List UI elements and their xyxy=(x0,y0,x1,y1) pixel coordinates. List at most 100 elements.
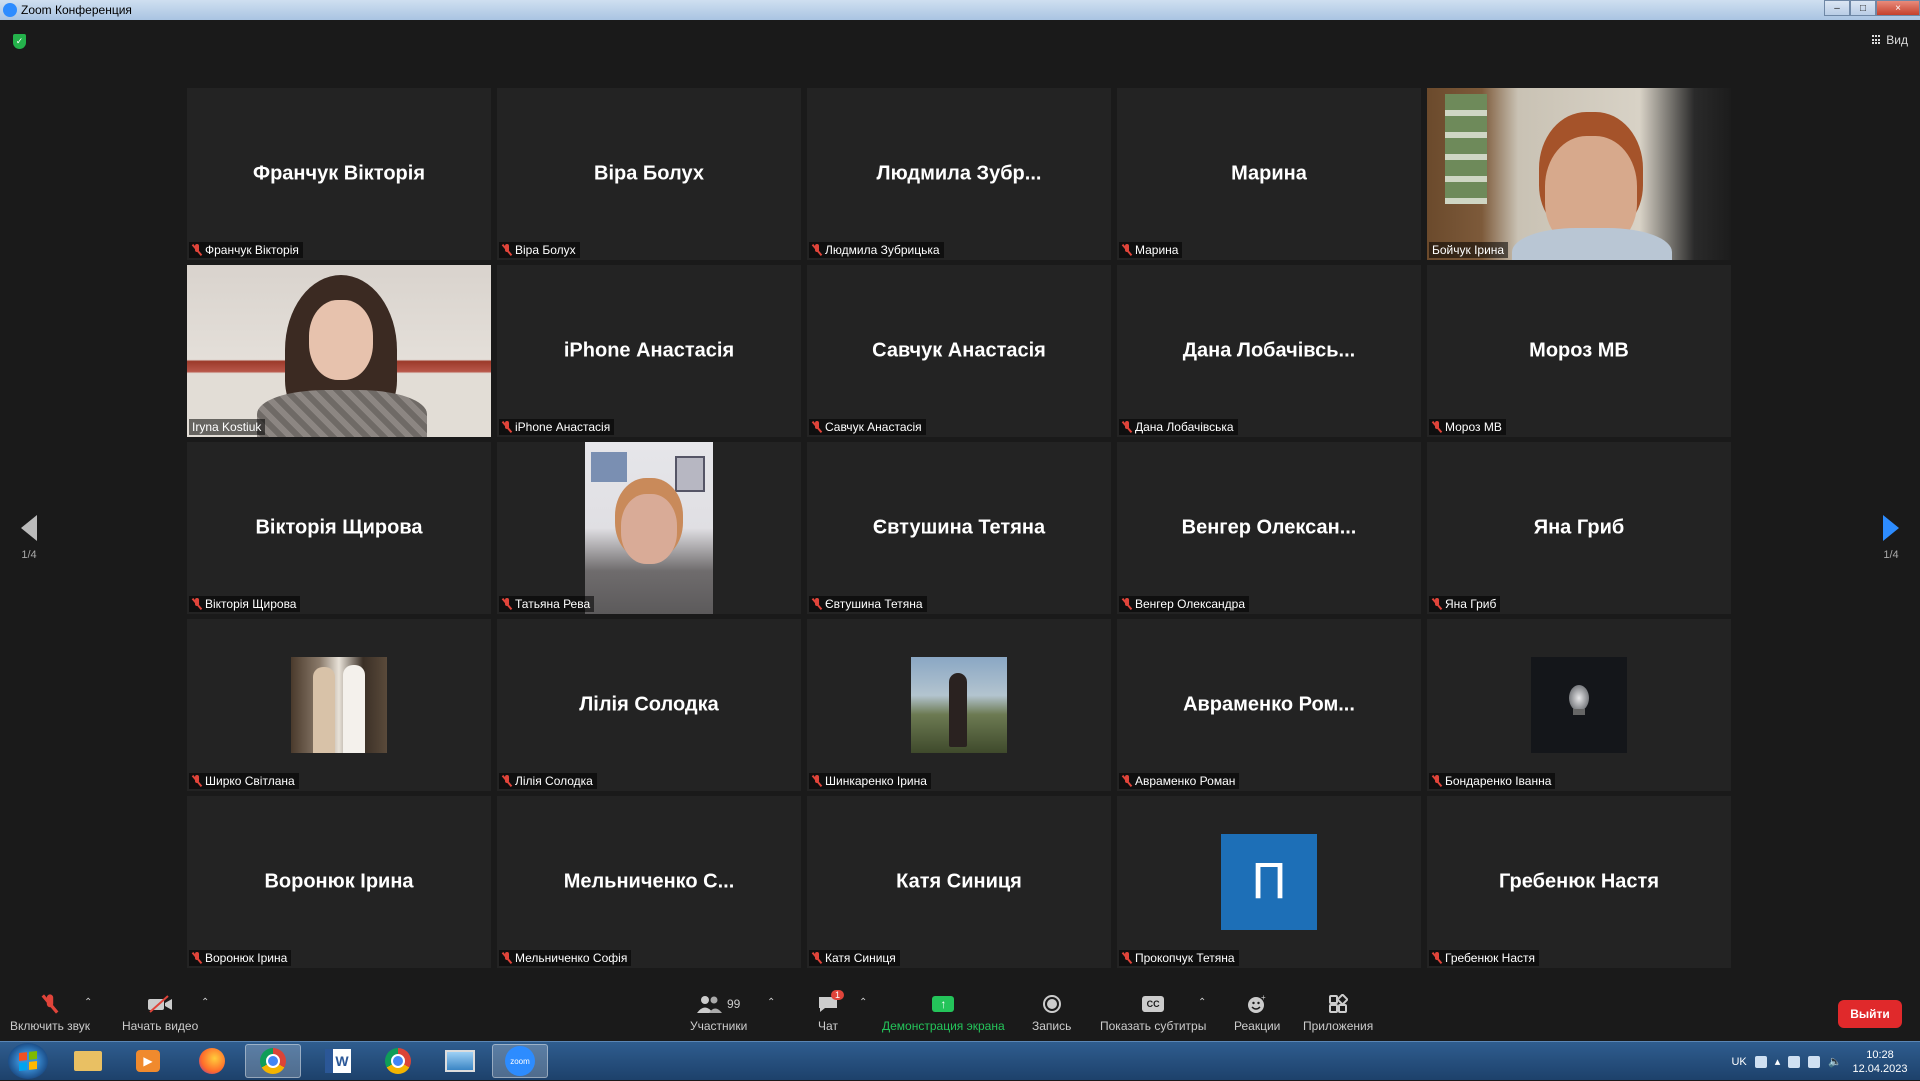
captions-options-chevron-icon[interactable]: ⌃ xyxy=(1198,997,1206,1008)
taskbar-firefox[interactable] xyxy=(184,1044,240,1078)
participant-tile[interactable]: Вікторія Щирова Вікторія Щирова xyxy=(187,442,491,614)
participant-name: Франчук Вікторія xyxy=(205,243,299,257)
previous-page-button[interactable]: 1/4 xyxy=(9,515,49,561)
maximize-button[interactable]: □ xyxy=(1850,0,1876,16)
view-button-label: Вид xyxy=(1886,33,1908,47)
display-icon[interactable] xyxy=(1808,1055,1821,1068)
participant-name-label: Гребенюк Настя xyxy=(1429,950,1539,966)
security-shield-icon[interactable]: ✓ xyxy=(13,34,26,49)
participant-tile[interactable]: Дана Лобачівсь... Дана Лобачівська xyxy=(1117,265,1421,437)
participant-letter-avatar: П xyxy=(1221,834,1317,930)
participant-name-label: Мороз МВ xyxy=(1429,419,1506,435)
mic-muted-icon xyxy=(192,598,202,610)
taskbar-desktop[interactable] xyxy=(432,1044,488,1078)
minimize-button[interactable]: – xyxy=(1824,0,1850,16)
participant-tile[interactable]: Воронюк Ірина Воронюк Ірина xyxy=(187,796,491,968)
taskbar-clock[interactable]: 10:28 12.04.2023 xyxy=(1850,1048,1910,1076)
participant-display-name: Гребенюк Настя xyxy=(1498,870,1659,893)
chat-icon: 1 xyxy=(817,990,845,1015)
video-options-chevron-icon[interactable]: ⌃ xyxy=(201,997,209,1008)
next-page-button[interactable]: 1/4 xyxy=(1871,515,1911,561)
language-indicator[interactable]: UK xyxy=(1731,1056,1746,1068)
participant-avatar xyxy=(291,657,387,753)
mic-muted-icon xyxy=(192,775,202,787)
taskbar-zoom[interactable]: zoom xyxy=(492,1044,548,1078)
mic-muted-icon xyxy=(502,775,512,787)
participant-tile[interactable]: Людмила Зубр... Людмила Зубрицька xyxy=(807,88,1111,260)
participant-name-label: Бойчук Ірина xyxy=(1429,242,1509,258)
network-icon[interactable] xyxy=(1788,1055,1801,1068)
volume-icon[interactable]: 🔈 xyxy=(1828,1055,1842,1068)
participant-tile[interactable]: Мельниченко С... Мельниченко Софія xyxy=(497,796,801,968)
participants-count: 99 xyxy=(726,997,741,1011)
taskbar-media-player[interactable]: ▶ xyxy=(120,1044,176,1078)
taskbar-file-explorer[interactable] xyxy=(60,1044,116,1078)
firefox-icon xyxy=(199,1048,225,1074)
record-button[interactable]: Запись xyxy=(1032,993,1071,1033)
close-window-button[interactable]: × xyxy=(1876,0,1920,16)
participant-name: Венгер Олександра xyxy=(1135,597,1246,611)
participant-tile[interactable]: Лілія Солодка Лілія Солодка xyxy=(497,619,801,791)
participant-display-name: Марина xyxy=(1231,162,1307,185)
mic-muted-icon xyxy=(812,775,822,787)
desktop-icon xyxy=(445,1050,475,1072)
participant-tile[interactable]: Гребенюк Настя Гребенюк Настя xyxy=(1427,796,1731,968)
svg-text:+: + xyxy=(1261,994,1266,1002)
participants-options-chevron-icon[interactable]: ⌃ xyxy=(767,997,775,1008)
participant-name-label: Катя Синиця xyxy=(809,950,900,966)
participant-tile[interactable]: Франчук Вікторія Франчук Вікторія xyxy=(187,88,491,260)
taskbar-chrome[interactable] xyxy=(245,1044,301,1078)
participant-tile[interactable]: Ширко Світлана xyxy=(187,619,491,791)
view-button[interactable]: Вид xyxy=(1872,33,1908,47)
chat-options-chevron-icon[interactable]: ⌃ xyxy=(859,997,867,1008)
reactions-button[interactable]: + Реакции xyxy=(1234,993,1280,1033)
participants-button[interactable]: 99 Участники xyxy=(690,993,747,1033)
start-video-button[interactable]: Начать видео xyxy=(122,993,198,1033)
participant-tile[interactable]: Шинкаренко Ірина xyxy=(807,619,1111,791)
taskbar-chrome-2[interactable] xyxy=(370,1044,426,1078)
meeting-toolbar: Включить звук ⌃ Начать видео ⌃ 99 Участн… xyxy=(0,987,1920,1041)
participant-display-name: Дана Лобачівсь... xyxy=(1182,339,1356,362)
participant-tile[interactable]: Катя Синиця Катя Синиця xyxy=(807,796,1111,968)
start-button[interactable] xyxy=(8,1043,48,1079)
participant-name: Мельниченко Софія xyxy=(515,951,628,965)
participant-name-label: Франчук Вікторія xyxy=(189,242,303,258)
apps-label: Приложения xyxy=(1303,1019,1374,1033)
participant-name-label: Віра Болух xyxy=(499,242,580,258)
window-titlebar: Zoom Конференция – □ × xyxy=(0,0,1920,20)
participant-tile[interactable]: Бондаренко Іванна xyxy=(1427,619,1731,791)
participant-name-label: Бондаренко Іванна xyxy=(1429,773,1556,789)
participant-tile[interactable]: Марина Марина xyxy=(1117,88,1421,260)
page-indicator-left: 1/4 xyxy=(21,549,37,561)
participant-tile[interactable]: П Прокопчук Тетяна xyxy=(1117,796,1421,968)
participant-tile[interactable]: Євтушина Тетяна Євтушина Тетяна xyxy=(807,442,1111,614)
participant-name: Вікторія Щирова xyxy=(205,597,297,611)
participant-name-label: Ширко Світлана xyxy=(189,773,299,789)
apps-button[interactable]: Приложения xyxy=(1303,993,1373,1033)
participant-name: Яна Гриб xyxy=(1445,597,1497,611)
active-speaker-tile[interactable]: Бойчук Ірина xyxy=(1427,88,1731,260)
participant-tile[interactable]: iPhone Анастасія iPhone Анастасія xyxy=(497,265,801,437)
unmute-button[interactable]: Включить звук xyxy=(10,993,90,1033)
share-screen-button[interactable]: ↑ Демонстрация экрана xyxy=(882,993,1005,1033)
participant-display-name: Венгер Олексан... xyxy=(1181,516,1357,539)
participant-tile[interactable]: Савчук Анастасія Савчук Анастасія xyxy=(807,265,1111,437)
chat-button[interactable]: 1 Чат xyxy=(817,990,845,1033)
participant-name: Авраменко Роман xyxy=(1135,774,1236,788)
show-captions-button[interactable]: CC Показать субтитры xyxy=(1100,993,1206,1033)
participant-name-label: Татьяна Рева xyxy=(499,596,595,612)
taskbar-word[interactable]: W xyxy=(310,1044,366,1078)
participant-tile[interactable]: Яна Гриб Яна Гриб xyxy=(1427,442,1731,614)
audio-options-chevron-icon[interactable]: ⌃ xyxy=(84,997,92,1008)
tray-expand-chevron-icon[interactable]: ▴ xyxy=(1775,1055,1781,1068)
participant-tile[interactable]: Мороз МВ Мороз МВ xyxy=(1427,265,1731,437)
participant-tile[interactable]: Iryna Kostiuk xyxy=(187,265,491,437)
participant-tile[interactable]: Венгер Олексан... Венгер Олександра xyxy=(1117,442,1421,614)
participant-name: Гребенюк Настя xyxy=(1445,951,1535,965)
participant-tile[interactable]: Авраменко Ром... Авраменко Роман xyxy=(1117,619,1421,791)
keyboard-icon[interactable] xyxy=(1754,1055,1767,1068)
leave-meeting-button[interactable]: Выйти xyxy=(1838,1000,1902,1028)
participant-tile[interactable]: Татьяна Рева xyxy=(497,442,801,614)
participant-tile[interactable]: Віра Болух Віра Болух xyxy=(497,88,801,260)
participant-display-name: Воронюк Ірина xyxy=(264,870,414,893)
